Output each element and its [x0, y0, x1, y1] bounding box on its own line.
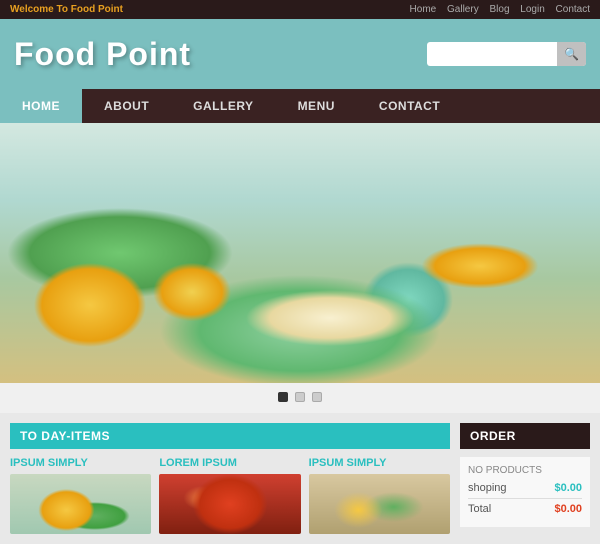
item-card-1: IPSUM SIMPLY	[10, 457, 151, 534]
nav-item-gallery[interactable]: GALLERY	[171, 89, 275, 123]
nav-item-about[interactable]: ABOUT	[82, 89, 171, 123]
main-nav: HOME ABOUT GALLERY MENU CONTACT	[0, 89, 600, 123]
order-shopping-row: shoping $0.00	[468, 482, 582, 494]
nav-item-menu[interactable]: MENU	[276, 89, 357, 123]
no-products-label: NO PRODUCTS	[468, 465, 582, 476]
carousel-dot-2[interactable]	[295, 392, 305, 402]
top-link-contact[interactable]: Contact	[556, 4, 590, 15]
top-bar: Welcome To Food Point Home Gallery Blog …	[0, 0, 600, 19]
shopping-value: $0.00	[554, 482, 582, 494]
hero-image	[0, 123, 600, 383]
item-card-3: IPSUM SIMPLY	[309, 457, 450, 534]
today-items-section: TO DAY-ITEMS IPSUM SIMPLY LOREM IPSUM IP…	[10, 423, 450, 534]
header: Food Point 🔍	[0, 19, 600, 89]
carousel-dot-1[interactable]	[278, 392, 288, 402]
search-button[interactable]: 🔍	[557, 42, 586, 66]
top-link-home[interactable]: Home	[410, 4, 437, 15]
item-image-1[interactable]	[10, 474, 151, 534]
order-total-row: Total $0.00	[468, 503, 582, 515]
total-label: Total	[468, 503, 491, 515]
nav-item-home[interactable]: HOME	[0, 89, 82, 123]
item-image-3[interactable]	[309, 474, 450, 534]
content-area: TO DAY-ITEMS IPSUM SIMPLY LOREM IPSUM IP…	[0, 413, 600, 544]
shopping-label: shoping	[468, 482, 507, 494]
item-title-3: IPSUM SIMPLY	[309, 457, 450, 469]
order-header: ORDER	[460, 423, 590, 449]
hero-banner	[0, 123, 600, 383]
welcome-text: Welcome To Food Point	[10, 4, 123, 15]
brand-name: Food Point	[71, 4, 123, 15]
total-value: $0.00	[554, 503, 582, 515]
top-links: Home Gallery Blog Login Contact	[402, 4, 590, 15]
order-divider	[468, 498, 582, 499]
search-input[interactable]	[427, 48, 557, 60]
order-section: ORDER NO PRODUCTS shoping $0.00 Total $0…	[460, 423, 590, 534]
top-link-blog[interactable]: Blog	[489, 4, 509, 15]
carousel-dot-3[interactable]	[312, 392, 322, 402]
order-body: NO PRODUCTS shoping $0.00 Total $0.00	[460, 457, 590, 527]
logo: Food Point	[14, 36, 191, 73]
item-title-1: IPSUM SIMPLY	[10, 457, 151, 469]
item-image-2[interactable]	[159, 474, 300, 534]
top-link-gallery[interactable]: Gallery	[447, 4, 479, 15]
top-link-login[interactable]: Login	[520, 4, 544, 15]
nav-item-contact[interactable]: CONTACT	[357, 89, 462, 123]
today-items-header: TO DAY-ITEMS	[10, 423, 450, 449]
item-card-2: LOREM IPSUM	[159, 457, 300, 534]
carousel-dots	[0, 383, 600, 413]
items-grid: IPSUM SIMPLY LOREM IPSUM IPSUM SIMPLY	[10, 457, 450, 534]
item-title-2: LOREM IPSUM	[159, 457, 300, 469]
search-box: 🔍	[427, 42, 586, 66]
